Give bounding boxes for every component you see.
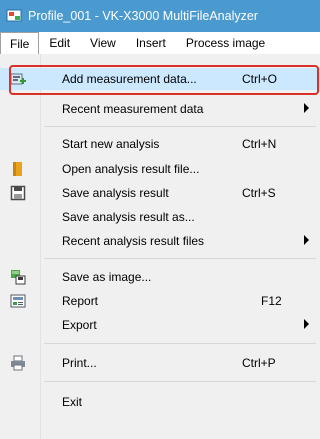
printer-icon: [11, 355, 25, 371]
menu-item-save-analysis-result-as[interactable]: Save analysis result as...: [0, 206, 320, 228]
app-icon: [6, 9, 22, 22]
menu-item-save-analysis-result[interactable]: Save analysis result Ctrl+S: [0, 182, 320, 204]
menu-view[interactable]: View: [80, 32, 126, 54]
menu-item-exit[interactable]: Exit: [0, 391, 320, 413]
menu-edit[interactable]: Edit: [39, 32, 80, 54]
callout-highlight-box: [9, 65, 319, 95]
menu-separator: [44, 381, 316, 382]
window-title: Profile_001 - VK-X3000 MultiFileAnalyzer: [28, 9, 258, 23]
menu-separator: [44, 343, 316, 344]
menu-process-image[interactable]: Process image: [176, 32, 275, 54]
menu-item-export[interactable]: Export: [0, 314, 320, 336]
submenu-arrow-icon: [304, 319, 309, 329]
menu-bar: File Edit View Insert Process image: [0, 32, 320, 55]
menu-item-report[interactable]: Report F12: [0, 290, 320, 312]
menu-item-print[interactable]: Print... Ctrl+P: [0, 352, 320, 374]
file-menu-dropdown: Add measurement data... Ctrl+O Recent me…: [0, 54, 320, 439]
menu-item-start-new-analysis[interactable]: Start new analysis Ctrl+N: [0, 133, 320, 155]
menu-separator: [44, 126, 316, 127]
save-image-icon: [11, 270, 26, 285]
menu-file[interactable]: File: [0, 32, 40, 54]
submenu-arrow-icon: [304, 103, 309, 113]
save-icon: [10, 185, 26, 201]
folder-icon: [13, 162, 22, 176]
title-bar: Profile_001 - VK-X3000 MultiFileAnalyzer: [0, 0, 320, 32]
submenu-arrow-icon: [304, 235, 309, 245]
menu-item-recent-measurement-data[interactable]: Recent measurement data: [0, 98, 320, 120]
menu-insert[interactable]: Insert: [126, 32, 176, 54]
menu-item-recent-analysis-result-files[interactable]: Recent analysis result files: [0, 230, 320, 252]
menu-separator: [44, 258, 316, 259]
menu-item-open-analysis-result-file[interactable]: Open analysis result file...: [0, 158, 320, 180]
report-icon: [10, 294, 26, 308]
menu-item-save-as-image[interactable]: Save as image...: [0, 266, 320, 288]
